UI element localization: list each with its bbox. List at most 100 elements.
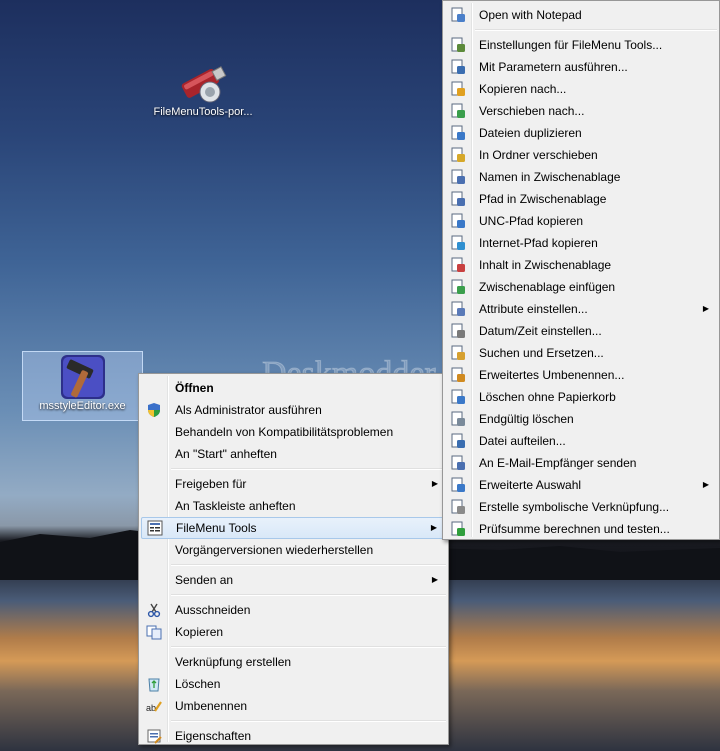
menu-item-label: Verknüpfung erstellen [175,655,292,669]
menu-item-label: Erstelle symbolische Verknüpfung... [479,500,670,514]
menu-item-label: An "Start" anheften [175,447,277,461]
rename-icon: ab [146,701,162,713]
menu-item-label: Namen in Zwischenablage [479,170,621,184]
menu-item-label: Zwischenablage einfügen [479,280,616,294]
tools-icon [451,37,465,52]
menu-separator [475,29,717,31]
menu-item-label: Ausschneiden [175,603,251,617]
desktop-icon-label: msstyleEditor.exe [39,400,126,412]
submenu-item-checksum[interactable]: Prüfsumme berechnen und testen... [445,518,717,540]
properties-icon [147,729,162,744]
submenu-item-copy-to[interactable]: Kopieren nach... [445,78,717,100]
submenu-item-duplicate[interactable]: Dateien duplizieren [445,122,717,144]
menu-item-share-with[interactable]: Freigeben für ▶ [141,473,446,495]
menu-item-delete[interactable]: Löschen [141,673,446,695]
advanced-select-icon [451,477,465,492]
menu-item-create-shortcut[interactable]: Verknüpfung erstellen [141,651,446,673]
menu-item-label: Senden an [175,573,234,587]
desktop-icon-filemenutools[interactable]: FileMenuTools-por... [144,58,262,118]
submenu-item-internet-path[interactable]: Internet-Pfad kopieren [445,232,717,254]
copy-to-icon [451,81,465,96]
menu-item-restore-versions[interactable]: Vorgängerversionen wiederherstellen [141,539,446,561]
menu-item-filemenu-tools[interactable]: FileMenu Tools ▶ [141,517,446,539]
menu-item-label: Endgültig löschen [479,412,574,426]
desktop-icon-msstyleeditor[interactable]: msstyleEditor.exe [22,351,143,421]
submenu-item-symlink[interactable]: Erstelle symbolische Verknüpfung... [445,496,717,518]
submenu-item-name-clipboard[interactable]: Namen in Zwischenablage [445,166,717,188]
menu-item-rename[interactable]: ab Umbenennen [141,695,446,717]
name-clipboard-icon [451,169,465,184]
submenu-arrow-icon: ▶ [702,304,709,313]
submenu-arrow-icon: ▶ [702,480,709,489]
desktop-icon-label: FileMenuTools-por... [153,106,253,118]
unc-path-icon [451,213,465,228]
menu-item-label: Datum/Zeit einstellen... [479,324,602,338]
menu-item-label: Pfad in Zwischenablage [479,192,607,206]
menu-item-open[interactable]: Öffnen [141,377,446,399]
svg-text:ab: ab [146,703,156,713]
copy-icon [146,625,162,640]
paste-clipboard-icon [451,279,465,294]
menu-item-label: Inhalt in Zwischenablage [479,258,612,272]
menu-item-copy[interactable]: Kopieren [141,621,446,643]
folder-move-icon [451,147,465,162]
menu-item-compatibility[interactable]: Behandeln von Kompatibilitätsproblemen [141,421,446,443]
submenu-item-path-clipboard[interactable]: Pfad in Zwischenablage [445,188,717,210]
split-file-icon [451,433,465,448]
submenu-item-delete-no-bin[interactable]: Löschen ohne Papierkorb [445,386,717,408]
filemenu-tools-icon [147,520,163,536]
menu-item-label: Internet-Pfad kopieren [479,236,598,250]
menu-item-label: Einstellungen für FileMenu Tools... [479,38,663,52]
menu-separator [171,720,446,722]
run-params-icon [451,59,465,74]
shred-icon [451,411,465,426]
menu-item-label: Kopieren nach... [479,82,567,96]
menu-item-cut[interactable]: Ausschneiden [141,599,446,621]
checksum-icon [451,521,465,536]
submenu-item-tools[interactable]: Einstellungen für FileMenu Tools... [445,34,717,56]
menu-separator [171,468,446,470]
submenu-item-unc-path[interactable]: UNC-Pfad kopieren [445,210,717,232]
submenu-item-shred[interactable]: Endgültig löschen [445,408,717,430]
menu-item-send-to[interactable]: Senden an ▶ [141,569,446,591]
menu-item-label: An Taskleiste anheften [175,499,296,513]
search-replace-icon [451,345,465,360]
submenu-item-notepad[interactable]: Open with Notepad [445,4,717,26]
datetime-icon [451,323,465,338]
submenu-item-paste-clipboard[interactable]: Zwischenablage einfügen [445,276,717,298]
menu-item-label: Eigenschaften [175,729,252,743]
menu-item-label: Erweitertes Umbenennen... [479,368,625,382]
menu-item-pin-start[interactable]: An "Start" anheften [141,443,446,465]
submenu-arrow-icon: ▶ [430,523,437,532]
submenu-item-split-file[interactable]: Datei aufteilen... [445,430,717,452]
menu-item-label: Dateien duplizieren [479,126,582,140]
submenu-item-folder-move[interactable]: In Ordner verschieben [445,144,717,166]
submenu-item-datetime[interactable]: Datum/Zeit einstellen... [445,320,717,342]
scissors-icon [147,603,161,618]
symlink-icon [451,499,465,514]
delete-no-bin-icon [451,389,465,404]
submenu-item-email[interactable]: An E-Mail-Empfänger senden [445,452,717,474]
submenu-item-advanced-select[interactable]: Erweiterte Auswahl ▶ [445,474,717,496]
menu-separator [171,594,446,596]
menu-item-label: Löschen ohne Papierkorb [479,390,616,404]
submenu-item-attributes[interactable]: Attribute einstellen... ▶ [445,298,717,320]
duplicate-icon [451,125,465,140]
submenu-item-advanced-rename[interactable]: Erweitertes Umbenennen... [445,364,717,386]
menu-item-label: Als Administrator ausführen [175,403,322,417]
uac-shield-icon [148,403,160,417]
submenu-item-content-clipboard[interactable]: Inhalt in Zwischenablage [445,254,717,276]
menu-separator [171,564,446,566]
menu-item-label: Erweiterte Auswahl [479,478,582,492]
submenu-item-move-to[interactable]: Verschieben nach... [445,100,717,122]
menu-item-pin-taskbar[interactable]: An Taskleiste anheften [141,495,446,517]
usb-drive-icon [181,66,227,103]
content-clipboard-icon [451,257,465,272]
menu-item-properties[interactable]: Eigenschaften [141,725,446,747]
submenu-item-run-params[interactable]: Mit Parametern ausführen... [445,56,717,78]
submenu-item-search-replace[interactable]: Suchen und Ersetzen... [445,342,717,364]
email-icon [451,455,465,470]
menu-item-label: Löschen [175,677,221,691]
recycle-bin-icon [148,678,160,692]
menu-item-run-as-admin[interactable]: Als Administrator ausführen [141,399,446,421]
